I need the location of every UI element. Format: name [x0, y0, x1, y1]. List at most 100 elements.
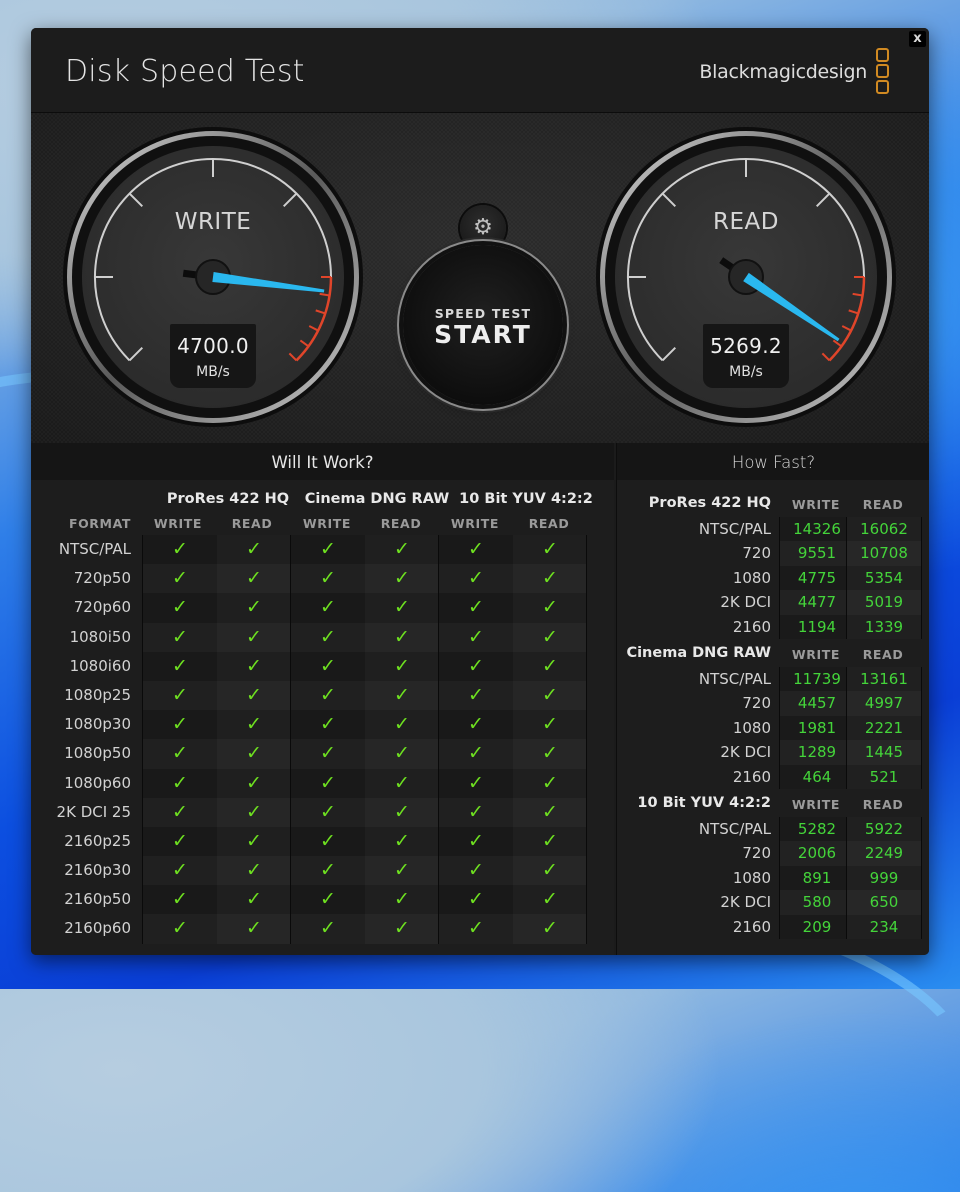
check-icon: ✓ [513, 885, 587, 915]
check-icon: ✓ [439, 593, 513, 623]
write-speed-cell: 580 [779, 890, 854, 915]
table-row: 720 9551 10708 [617, 541, 929, 566]
column-header-write: WRITE [791, 497, 841, 512]
check-icon: ✓ [513, 856, 587, 886]
check-icon: ✓ [365, 826, 439, 857]
title-bar: Disk Speed Test Blackmagicdesign x [31, 28, 929, 113]
read-speed-cell: 2249 [846, 841, 922, 866]
table-row: 1080 4775 5354 [617, 565, 929, 591]
check-icon: ✓ [365, 564, 439, 594]
format-label: 1080 [732, 718, 771, 737]
check-icon: ✓ [143, 826, 217, 857]
table-row: 2K DCI 580 650 [617, 890, 929, 915]
check-icon: ✓ [291, 797, 365, 827]
check-icon: ✓ [143, 680, 217, 711]
check-icon: ✓ [291, 622, 365, 652]
check-icon: ✓ [291, 535, 365, 565]
check-icon: ✓ [513, 768, 587, 798]
check-icon: ✓ [291, 593, 365, 623]
check-icon: ✓ [439, 768, 513, 798]
check-icon: ✓ [439, 885, 513, 915]
blackmagic-logo-icon [876, 48, 889, 96]
column-divider [438, 535, 439, 944]
table-row: NTSC/PAL ✓ ✓ ✓ ✓ ✓ ✓ [59, 535, 587, 565]
check-icon: ✓ [513, 826, 587, 857]
check-icon: ✓ [143, 564, 217, 594]
format-label: 2160p60 [64, 919, 131, 938]
format-label: 2K DCI [720, 893, 771, 912]
codec-title: ProRes 422 HQ [648, 495, 771, 511]
read-speed-unit: MB/s [729, 364, 763, 380]
read-gauge: READ 5269.2 MB/s [594, 125, 898, 429]
check-icon: ✓ [291, 914, 365, 944]
read-speed-cell: 999 [846, 865, 922, 891]
read-speed-cell: 16062 [846, 517, 922, 542]
column-header-read: READ [380, 516, 422, 531]
read-speed-cell: 13161 [846, 667, 922, 692]
check-icon: ✓ [365, 622, 439, 652]
write-speed-cell: 14326 [779, 517, 854, 542]
will-it-work-table: NTSC/PAL ✓ ✓ ✓ ✓ ✓ ✓ 720p50 ✓ ✓ ✓ ✓ ✓ ✓ 720p60 ✓ ✓ ✓ ✓ ✓ ✓ 10… [57, 535, 587, 944]
table-row: 1080p60 ✓ ✓ ✓ ✓ ✓ ✓ [64, 768, 587, 798]
will-it-work-title: Will It Work? [31, 443, 614, 480]
speed-test-start-button[interactable]: SPEED TEST START [403, 245, 563, 405]
format-label: 1080 [732, 568, 771, 587]
column-header-read: READ [862, 647, 904, 662]
check-icon: ✓ [513, 651, 587, 681]
read-speed-cell: 4997 [846, 691, 922, 716]
write-speed-value: 4700.0 [177, 334, 249, 358]
read-gauge-label: READ [713, 209, 779, 235]
format-label: 1080p60 [64, 773, 131, 792]
check-icon: ✓ [439, 914, 513, 944]
read-speed-cell: 234 [846, 914, 922, 939]
write-gauge: WRITE 4700.0 MB/s [61, 125, 365, 429]
table-row: 2160 209 234 [617, 914, 929, 939]
column-header-write: WRITE [302, 516, 352, 531]
column-header-write: WRITE [791, 647, 841, 662]
write-speed-cell: 2006 [779, 841, 854, 866]
write-speed-cell: 1981 [779, 715, 854, 741]
table-row: 1080i60 ✓ ✓ ✓ ✓ ✓ ✓ [70, 651, 587, 681]
check-icon: ✓ [291, 564, 365, 594]
app-title: Disk Speed Test [65, 54, 305, 89]
write-speed-cell: 4775 [779, 565, 854, 591]
write-speed-cell: 4477 [779, 590, 854, 615]
table-row: 720p50 ✓ ✓ ✓ ✓ ✓ ✓ [74, 564, 587, 594]
read-speed-cell: 650 [846, 890, 922, 915]
format-label: 2160 [732, 917, 771, 936]
write-speed-cell: 1194 [779, 614, 854, 639]
check-icon: ✓ [513, 622, 587, 652]
read-speed-cell: 5922 [846, 817, 922, 842]
codec-header-cinema-dng: Cinema DNG RAW [304, 491, 450, 507]
column-header-write: WRITE [450, 516, 500, 531]
check-icon: ✓ [217, 622, 291, 652]
read-speed-cell: 10708 [846, 541, 922, 566]
check-icon: ✓ [143, 914, 217, 944]
gauge-panel: WRITE 4700.0 MB/s ⚙ SPEED TEST START REA… [31, 113, 929, 443]
table-row: 2160 464 521 [617, 764, 929, 789]
format-label: NTSC/PAL [698, 670, 771, 688]
format-label: 720p60 [73, 598, 131, 617]
format-label: 2160p50 [64, 890, 131, 909]
check-icon: ✓ [365, 535, 439, 565]
close-button[interactable]: x [909, 31, 926, 47]
check-icon: ✓ [217, 914, 291, 944]
column-header-read: READ [862, 497, 904, 512]
check-icon: ✓ [217, 826, 291, 857]
check-icon: ✓ [143, 885, 217, 915]
check-icon: ✓ [217, 710, 291, 740]
write-gauge-label: WRITE [174, 209, 252, 235]
check-icon: ✓ [513, 710, 587, 740]
check-icon: ✓ [217, 797, 291, 827]
check-icon: ✓ [217, 651, 291, 681]
check-icon: ✓ [365, 797, 439, 827]
column-divider [586, 535, 587, 944]
read-speed-cell: 5354 [846, 565, 922, 591]
format-label: 1080 [732, 868, 771, 887]
table-row: 1080p50 ✓ ✓ ✓ ✓ ✓ ✓ [64, 739, 587, 769]
format-label: 2160 [732, 617, 771, 636]
check-icon: ✓ [513, 680, 587, 711]
check-icon: ✓ [513, 739, 587, 769]
check-icon: ✓ [439, 710, 513, 740]
table-row: NTSC/PAL 5282 5922 [617, 817, 929, 842]
